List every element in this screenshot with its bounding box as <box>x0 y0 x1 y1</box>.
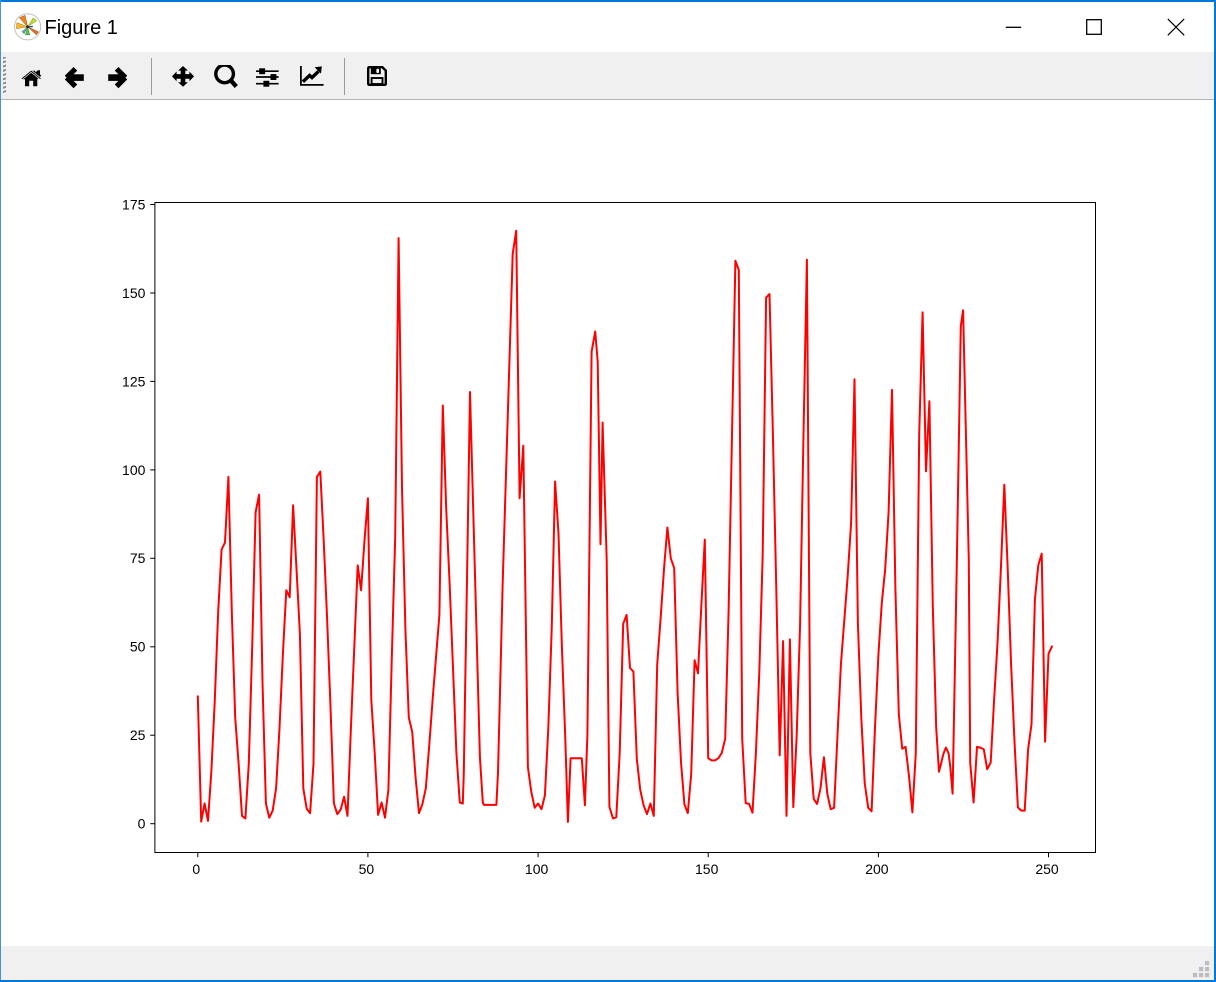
svg-text:75: 75 <box>130 550 146 566</box>
svg-text:100: 100 <box>122 462 146 478</box>
svg-text:25: 25 <box>130 727 146 743</box>
svg-text:150: 150 <box>695 861 719 877</box>
svg-text:150: 150 <box>122 285 146 301</box>
svg-text:100: 100 <box>525 861 549 877</box>
svg-text:200: 200 <box>865 861 889 877</box>
svg-text:175: 175 <box>122 196 146 212</box>
svg-text:50: 50 <box>359 861 375 877</box>
svg-text:50: 50 <box>130 639 146 655</box>
svg-text:0: 0 <box>138 816 146 832</box>
svg-text:0: 0 <box>192 861 200 877</box>
svg-text:250: 250 <box>1035 861 1059 877</box>
svg-text:125: 125 <box>122 373 146 389</box>
